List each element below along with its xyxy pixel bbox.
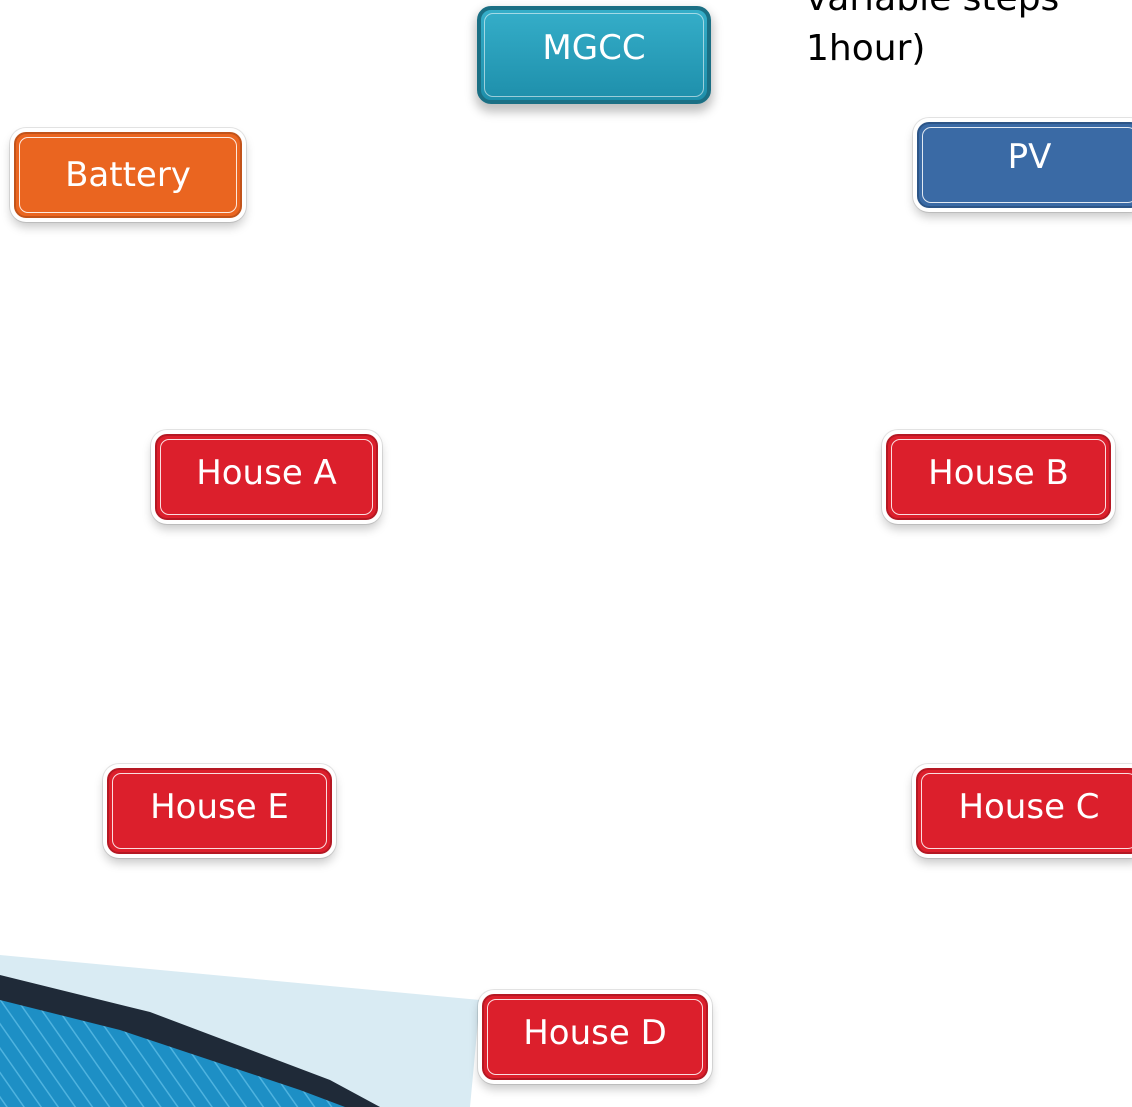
caption-text: variable steps 1hour) bbox=[806, 0, 1132, 74]
house-d-label: House D bbox=[523, 1013, 667, 1053]
pv-label: PV bbox=[1007, 137, 1052, 177]
caption-line-2: 1hour) bbox=[806, 28, 926, 69]
house-c-node[interactable]: House C bbox=[916, 768, 1132, 854]
house-a-node[interactable]: House A bbox=[155, 434, 378, 520]
house-b-label: House B bbox=[928, 453, 1069, 493]
house-c-label: House C bbox=[958, 787, 1100, 827]
house-a-label: House A bbox=[196, 453, 337, 493]
house-d-node[interactable]: House D bbox=[482, 994, 708, 1080]
slide-canvas: variable steps 1hour) MGCC Battery PV Ho… bbox=[0, 0, 1132, 1107]
house-e-label: House E bbox=[150, 787, 289, 827]
battery-label: Battery bbox=[65, 155, 191, 195]
house-b-node[interactable]: House B bbox=[886, 434, 1111, 520]
house-e-node[interactable]: House E bbox=[107, 768, 332, 854]
battery-node[interactable]: Battery bbox=[14, 132, 242, 218]
mgcc-label: MGCC bbox=[542, 28, 646, 68]
mgcc-node[interactable]: MGCC bbox=[477, 6, 711, 104]
caption-line-1: variable steps bbox=[806, 0, 1132, 24]
pv-node[interactable]: PV bbox=[917, 122, 1132, 208]
